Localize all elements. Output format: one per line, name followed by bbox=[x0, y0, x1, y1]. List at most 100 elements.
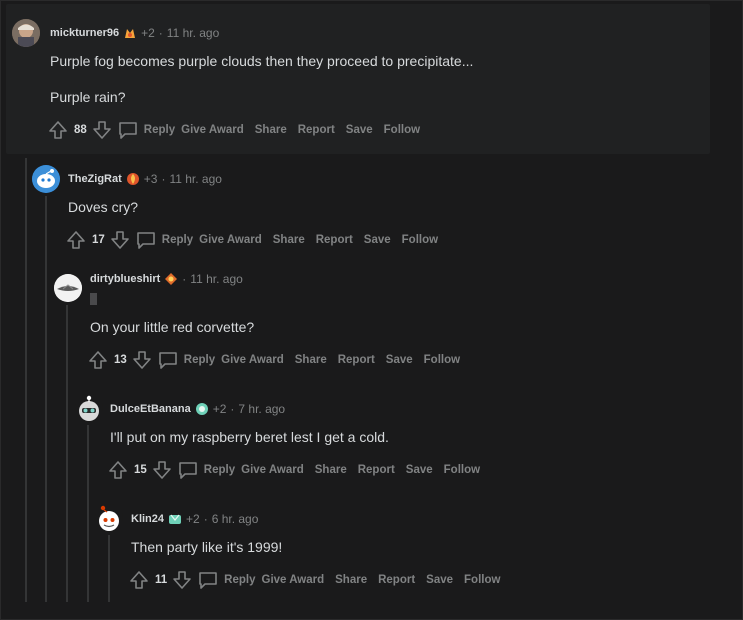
give-award-button[interactable]: Give Award bbox=[221, 354, 284, 366]
award-flair-icon[interactable] bbox=[126, 172, 140, 186]
avatar[interactable] bbox=[32, 165, 60, 193]
share-button[interactable]: Share bbox=[295, 354, 327, 366]
timestamp[interactable]: 11 hr. ago bbox=[190, 272, 243, 286]
author-name[interactable]: dirtyblueshirt bbox=[90, 273, 160, 285]
follow-button[interactable]: Follow bbox=[464, 574, 500, 586]
avatar[interactable] bbox=[95, 504, 123, 532]
downvote-icon[interactable] bbox=[152, 460, 172, 480]
avatar[interactable] bbox=[75, 394, 103, 422]
report-button[interactable]: Report bbox=[338, 354, 375, 366]
give-award-button[interactable]: Give Award bbox=[181, 124, 244, 136]
downvote-icon[interactable] bbox=[132, 350, 152, 370]
comment-actions: 17 Reply Give Award Share Report Save Fo… bbox=[66, 230, 449, 250]
give-award-button[interactable]: Give Award bbox=[241, 464, 304, 476]
reply-label: Reply bbox=[224, 574, 256, 586]
avatar[interactable] bbox=[54, 274, 82, 302]
save-button[interactable]: Save bbox=[346, 124, 373, 136]
reply-button[interactable]: Reply bbox=[118, 121, 175, 139]
vote-score: 88 bbox=[74, 124, 87, 136]
thread-line[interactable] bbox=[108, 535, 110, 602]
follow-button[interactable]: Follow bbox=[424, 354, 460, 366]
downvote-icon[interactable] bbox=[172, 570, 192, 590]
author-name[interactable]: DulceEtBanana bbox=[110, 403, 191, 415]
follow-button[interactable]: Follow bbox=[402, 234, 438, 246]
comment-bubble-icon bbox=[118, 122, 137, 139]
comment-bubble-icon bbox=[158, 352, 177, 369]
timestamp[interactable]: 6 hr. ago bbox=[212, 512, 259, 526]
upvote-icon[interactable] bbox=[48, 120, 68, 140]
award-count[interactable]: +2 bbox=[186, 512, 200, 526]
avatar-image bbox=[54, 274, 82, 302]
timestamp[interactable]: 11 hr. ago bbox=[167, 26, 220, 40]
avatar[interactable] bbox=[12, 19, 40, 47]
follow-button[interactable]: Follow bbox=[444, 464, 480, 476]
downvote-icon[interactable] bbox=[92, 120, 112, 140]
report-button[interactable]: Report bbox=[316, 234, 353, 246]
author-name[interactable]: TheZigRat bbox=[68, 173, 122, 185]
reply-label: Reply bbox=[161, 234, 194, 246]
avatar-image bbox=[12, 19, 40, 47]
upvote-icon[interactable] bbox=[66, 230, 86, 250]
save-button[interactable]: Save bbox=[406, 464, 433, 476]
comment-body-line: Purple fog becomes purple clouds then th… bbox=[50, 53, 474, 69]
thread-line[interactable] bbox=[25, 158, 27, 602]
vote-score: 15 bbox=[134, 464, 147, 476]
share-button[interactable]: Share bbox=[255, 124, 287, 136]
separator: · bbox=[161, 172, 166, 186]
comment-body-line: Then party like it's 1999! bbox=[131, 539, 283, 555]
author-name[interactable]: Klin24 bbox=[131, 513, 164, 525]
comment-body-line: Purple rain? bbox=[50, 89, 126, 105]
comment-actions: 88 Reply Give Award Share Report Save Fo… bbox=[48, 120, 431, 140]
share-button[interactable]: Share bbox=[315, 464, 347, 476]
author-name[interactable]: mickturner96 bbox=[50, 27, 119, 39]
upvote-icon[interactable] bbox=[88, 350, 108, 370]
timestamp[interactable]: 11 hr. ago bbox=[169, 172, 222, 186]
award-flair-icon[interactable] bbox=[168, 512, 182, 526]
avatar-image bbox=[99, 505, 119, 531]
thread-line[interactable] bbox=[87, 425, 89, 602]
award-flair-icon[interactable] bbox=[195, 402, 209, 416]
comment-bubble-icon bbox=[199, 572, 217, 589]
thread-line[interactable] bbox=[66, 305, 68, 602]
thread-line[interactable] bbox=[45, 196, 47, 602]
comment-body-line: Doves cry? bbox=[68, 199, 139, 215]
comment-actions: 13 Reply Give Award Share Report Save Fo… bbox=[88, 350, 471, 370]
award-count[interactable]: +3 bbox=[144, 172, 158, 186]
reply-button[interactable]: Reply bbox=[198, 571, 256, 589]
share-button[interactable]: Share bbox=[273, 234, 305, 246]
vote-score: 11 bbox=[155, 574, 168, 586]
award-flair-icon[interactable] bbox=[123, 26, 137, 40]
award-count[interactable]: +2 bbox=[213, 402, 227, 416]
upvote-icon[interactable] bbox=[129, 570, 149, 590]
save-button[interactable]: Save bbox=[386, 354, 413, 366]
follow-button[interactable]: Follow bbox=[384, 124, 420, 136]
save-button[interactable]: Save bbox=[364, 234, 391, 246]
separator: · bbox=[203, 512, 208, 526]
share-button[interactable]: Share bbox=[335, 574, 367, 586]
report-button[interactable]: Report bbox=[298, 124, 335, 136]
avatar-image bbox=[32, 165, 60, 193]
deleted-media-placeholder bbox=[90, 293, 97, 305]
avatar-image bbox=[79, 395, 99, 421]
report-button[interactable]: Report bbox=[358, 464, 395, 476]
award-flair-icon[interactable] bbox=[164, 272, 178, 286]
timestamp[interactable]: 7 hr. ago bbox=[238, 402, 285, 416]
award-count[interactable]: +2 bbox=[141, 26, 155, 40]
separator: · bbox=[230, 402, 235, 416]
report-button[interactable]: Report bbox=[378, 574, 415, 586]
reply-button[interactable]: Reply bbox=[158, 351, 215, 369]
reply-label: Reply bbox=[143, 124, 176, 136]
reply-button[interactable]: Reply bbox=[178, 461, 235, 479]
downvote-icon[interactable] bbox=[110, 230, 130, 250]
save-button[interactable]: Save bbox=[426, 574, 453, 586]
comment-bubble-icon bbox=[178, 462, 197, 479]
give-award-button[interactable]: Give Award bbox=[262, 574, 325, 586]
give-award-button[interactable]: Give Award bbox=[199, 234, 262, 246]
separator: · bbox=[182, 272, 187, 286]
comment-body-line: I'll put on my raspberry beret lest I ge… bbox=[110, 429, 389, 445]
upvote-icon[interactable] bbox=[108, 460, 128, 480]
reply-label: Reply bbox=[183, 354, 216, 366]
comment-actions: 15 Reply Give Award Share Report Save Fo… bbox=[108, 460, 491, 480]
comment-body-line: On your little red corvette? bbox=[90, 319, 255, 335]
reply-button[interactable]: Reply bbox=[136, 231, 193, 249]
